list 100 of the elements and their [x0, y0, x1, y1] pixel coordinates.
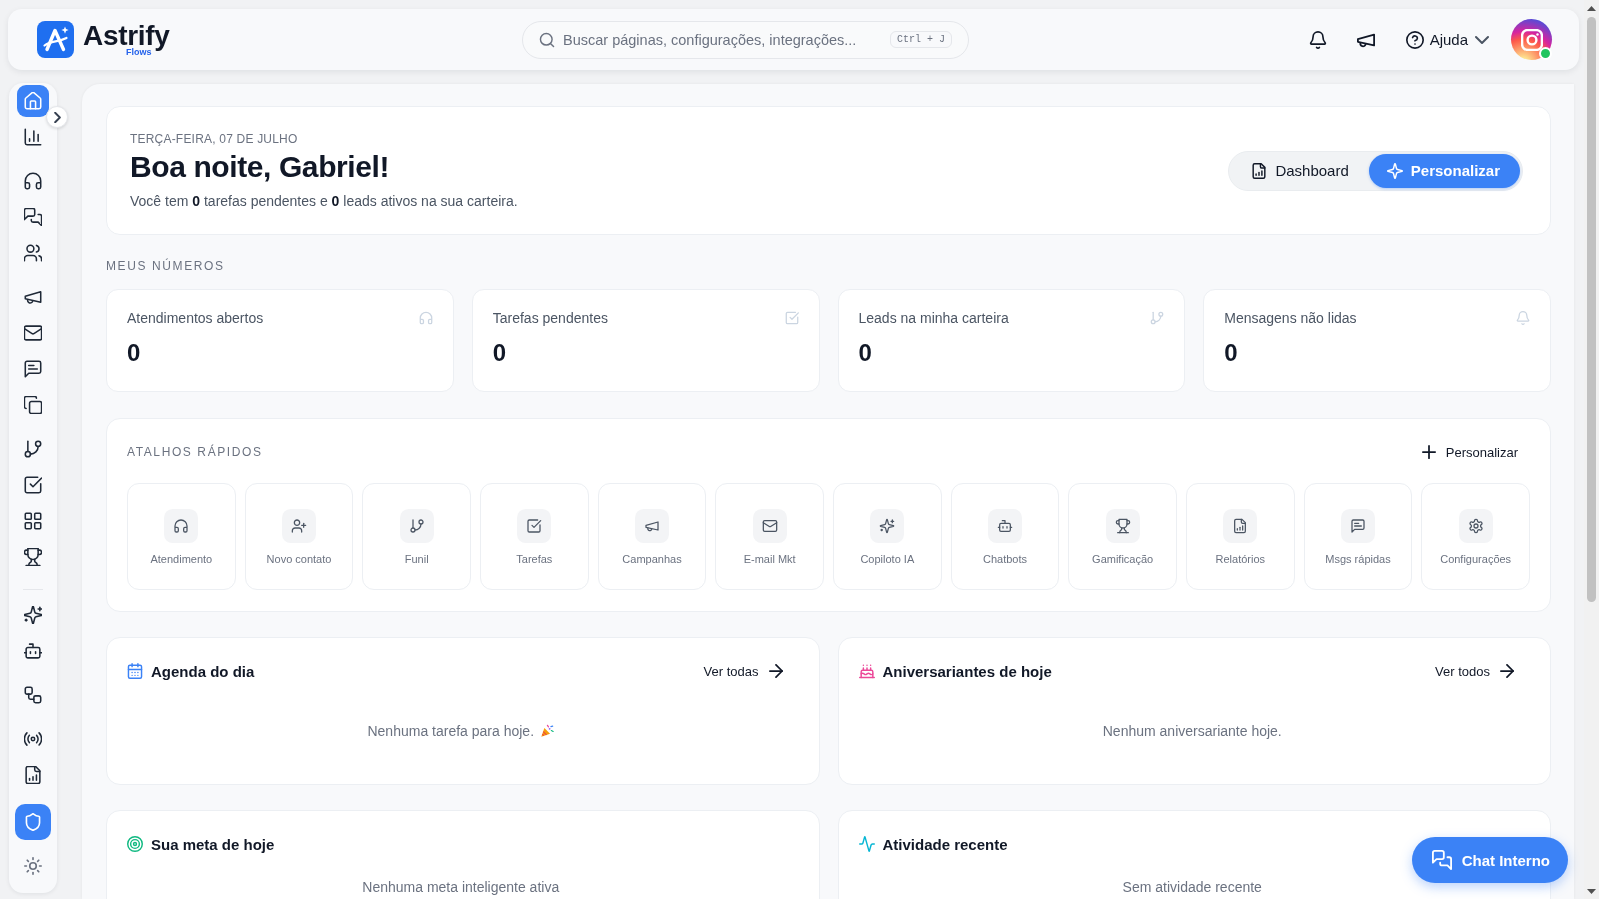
headset-icon [24, 172, 42, 190]
app-logo-icon[interactable] [37, 21, 74, 58]
profile-avatar[interactable] [1511, 19, 1552, 60]
date-text: TERÇA-FEIRA, 07 DE JULHO [130, 130, 299, 147]
help-icon [1405, 30, 1424, 49]
robot-icon [988, 509, 1022, 543]
view-all-link[interactable]: Ver todas [691, 661, 795, 681]
arrow-right-icon [1500, 664, 1514, 678]
mail-icon [24, 324, 42, 342]
headset-icon [418, 311, 433, 325]
cake-icon [858, 663, 875, 679]
bell-icon [1308, 30, 1327, 49]
summary-text: Você tem 0 tarefas pendentes e 0 leads ativos na sua carteira. [130, 191, 518, 211]
robot-icon [24, 642, 42, 660]
trophy-icon [24, 548, 42, 566]
view-all-link[interactable]: Ver todos [1423, 661, 1526, 681]
workflow-icon [24, 686, 42, 704]
shortcut-tile[interactable]: Novo contato [244, 483, 354, 590]
sparkles-icon [24, 606, 42, 624]
shortcut-tile[interactable]: E-mail Mkt [715, 483, 824, 590]
shortcut-tile[interactable]: Campanhas [597, 483, 707, 590]
scroll-down-arrow-icon[interactable] [1587, 889, 1596, 894]
shortcut-tile[interactable]: Copiloto IA [833, 483, 942, 590]
calendar-icon [127, 663, 143, 679]
headset-icon [164, 509, 199, 543]
megaphone-icon [24, 288, 42, 306]
report-icon [1223, 509, 1258, 543]
empty-state-text: Nenhum aniversariante hoje. [1102, 722, 1282, 741]
chat-button[interactable]: Chat Interno [1411, 837, 1568, 883]
help-menu-button[interactable]: Ajuda [1403, 21, 1491, 58]
stat-value: 0 [127, 338, 142, 368]
branch-icon [24, 440, 42, 458]
checkbox-icon [24, 476, 42, 494]
chevron-right-icon [53, 111, 61, 123]
home-icon [24, 92, 42, 110]
pulse-icon [858, 836, 875, 852]
expand-sidebar-button[interactable] [46, 106, 68, 128]
settings-icon [1458, 509, 1493, 543]
shield-icon [24, 813, 42, 831]
party-popper-icon [540, 724, 555, 738]
message-icon [1341, 509, 1375, 543]
sparkles-icon [870, 509, 905, 543]
shortcut-tile[interactable]: Configurações [1421, 483, 1530, 590]
empty-state-text: Sem atividade recente [1122, 878, 1262, 897]
plus-icon [1421, 445, 1436, 459]
shortcut-tile[interactable]: Msgs rápidas [1303, 483, 1413, 590]
stat-label: Mensagens não lidas [1224, 309, 1357, 328]
shortcut-tile[interactable]: Atendimento [127, 483, 236, 590]
broadcast-icon [24, 730, 42, 748]
bell-icon [1516, 311, 1530, 325]
bar-chart-icon [24, 128, 42, 146]
stat-value: 0 [1224, 338, 1239, 368]
section-title: ATALHOS RÁPIDOS [127, 444, 263, 460]
users-icon [24, 244, 42, 262]
brand-name: Astrify [83, 22, 170, 50]
target-icon [127, 836, 143, 852]
sparkle-icon [1386, 162, 1403, 179]
report-icon [24, 766, 42, 784]
checkbox-icon [784, 311, 799, 325]
view-option[interactable]: Personalizar [1368, 153, 1520, 188]
stat-label: Tarefas pendentes [492, 309, 608, 328]
shortcut-tile[interactable]: Relatórios [1186, 483, 1295, 590]
add-user-icon [282, 509, 316, 543]
stat-value: 0 [858, 338, 873, 368]
document-chart-icon [1251, 162, 1268, 179]
search-field[interactable]: Buscar páginas, configurações, integrações... Ctrl + J [522, 20, 969, 59]
shortcut-tile[interactable]: Funil [362, 483, 471, 590]
camera-icon [1520, 28, 1543, 51]
stat-label: Leads na minha carteira [858, 309, 1009, 328]
panel-title: Atividade recente [882, 835, 1008, 853]
grid-icon [24, 512, 42, 530]
trophy-icon [1105, 509, 1140, 543]
mail-icon [752, 509, 787, 543]
megaphone-icon [635, 509, 669, 543]
empty-state-text: Nenhuma tarefa para hoje. [367, 722, 535, 741]
search-icon [539, 31, 555, 48]
scrollbar-thumb[interactable] [1587, 17, 1596, 602]
stat-label: Atendimentos abertos [127, 309, 264, 328]
scroll-up-arrow-icon[interactable] [1587, 6, 1596, 11]
chat-bubbles-icon [24, 208, 42, 226]
message-icon [24, 360, 42, 378]
shortcut-tile[interactable]: Gamificação [1068, 483, 1177, 590]
section-title: MEUS NÚMEROS [106, 258, 226, 274]
arrow-right-icon [768, 664, 783, 678]
panel-title: Agenda do dia [151, 662, 255, 680]
branch-icon [399, 509, 434, 543]
shortcut-tile[interactable]: Tarefas [480, 483, 589, 590]
stat-value: 0 [492, 338, 508, 368]
search-input[interactable]: Buscar páginas, configurações, integrações... [563, 31, 882, 48]
greeting-title: Boa noite, Gabriel! [130, 148, 391, 185]
sun-icon [24, 857, 42, 875]
chat-bubbles-icon [1431, 850, 1452, 870]
shortcut-tile[interactable]: Chatbots [950, 483, 1060, 590]
view-option[interactable]: Dashboard [1231, 153, 1369, 188]
customize-button[interactable]: Personalizar [1409, 440, 1530, 464]
panel-title: Sua meta de hoje [151, 835, 275, 853]
documents-icon [24, 396, 42, 414]
branch-icon [1150, 311, 1165, 325]
empty-state-text: Nenhuma meta inteligente ativa [362, 878, 560, 897]
keyboard-shortcut: Ctrl + J [890, 31, 952, 48]
